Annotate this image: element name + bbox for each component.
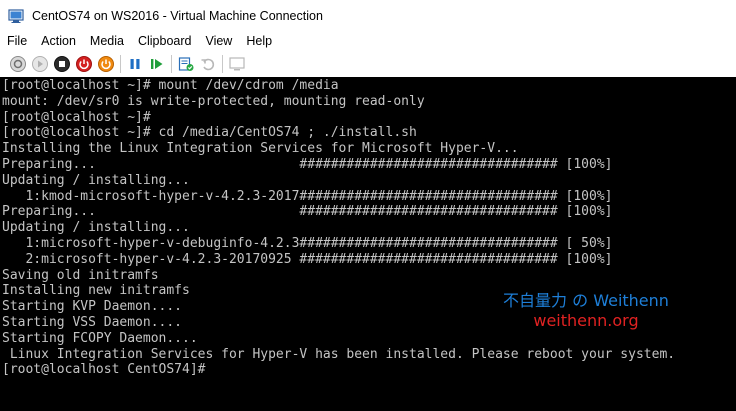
console-line: Updating / installing... [2, 172, 190, 188]
console-line: Preparing... ###########################… [2, 204, 613, 220]
console-line: 1:microsoft-hyper-v-debuginfo-4.2.3#####… [2, 235, 613, 251]
window-title: CentOS74 on WS2016 - Virtual Machine Con… [32, 8, 323, 23]
ctrl-alt-del-icon [10, 56, 26, 72]
reset-icon [151, 59, 163, 69]
console-line: [root@localhost ~]# mount /dev/cdrom /me… [2, 78, 339, 93]
ctrl-alt-del-button[interactable] [8, 54, 28, 74]
pause-icon [130, 59, 140, 69]
toolbar-separator [222, 55, 223, 73]
pause-button[interactable] [125, 54, 145, 74]
console-line: Starting FCOPY Daemon.... [2, 330, 198, 346]
enhanced-session-button[interactable] [227, 54, 247, 74]
watermark-author: 不自量力 の Weithenn [503, 291, 669, 310]
console-line: Installing the Linux Integration Service… [2, 141, 519, 157]
toolbar-separator [120, 55, 121, 73]
vm-console-screen[interactable]: [root@localhost ~]# mount /dev/cdrom /me… [0, 77, 736, 411]
menu-help[interactable]: Help [239, 31, 279, 51]
console-line: [root@localhost ~]# cd /media/CentOS74 ;… [2, 125, 417, 141]
console-line: mount: /dev/sr0 is write-protected, moun… [2, 93, 425, 109]
toolbar-separator [171, 55, 172, 73]
menu-bar: File Action Media Clipboard View Help [0, 31, 736, 51]
start-icon [32, 56, 48, 72]
shut-down-button[interactable] [74, 54, 94, 74]
save-state-button[interactable] [96, 54, 116, 74]
menu-file[interactable]: File [0, 31, 34, 51]
console-line: Linux Integration Services for Hyper-V h… [2, 346, 676, 362]
shut-down-icon [76, 56, 92, 72]
menu-clipboard[interactable]: Clipboard [131, 31, 199, 51]
console-line: [root@localhost ~]# [2, 109, 151, 125]
turn-off-icon [54, 56, 70, 72]
revert-icon [201, 58, 215, 71]
vm-connection-window: CentOS74 on WS2016 - Virtual Machine Con… [0, 0, 736, 411]
console-output: [root@localhost ~]# mount /dev/cdrom /me… [2, 78, 675, 378]
reset-button[interactable] [147, 54, 167, 74]
save-state-icon [98, 56, 114, 72]
start-button[interactable] [30, 54, 50, 74]
console-line: 1:kmod-microsoft-hyper-v-4.2.3-2017#####… [2, 188, 613, 204]
console-line: 2:microsoft-hyper-v-4.2.3-20170925 #####… [2, 251, 613, 267]
enhanced-session-icon [229, 57, 245, 71]
menu-view[interactable]: View [198, 31, 239, 51]
watermark-site: weithenn.org [533, 311, 639, 330]
toolbar [0, 51, 736, 77]
menu-action[interactable]: Action [34, 31, 83, 51]
watermark: 不自量力 の Weithenn weithenn.org [486, 291, 686, 331]
revert-button[interactable] [198, 54, 218, 74]
turn-off-button[interactable] [52, 54, 72, 74]
vm-connection-icon [8, 8, 24, 23]
menu-media[interactable]: Media [83, 31, 131, 51]
checkpoint-button[interactable] [176, 54, 196, 74]
title-bar[interactable]: CentOS74 on WS2016 - Virtual Machine Con… [0, 0, 736, 31]
checkpoint-icon [178, 57, 194, 71]
console-line: Preparing... ###########################… [2, 156, 613, 172]
console-line: Updating / installing... [2, 220, 190, 236]
console-line: [root@localhost CentOS74]# [2, 362, 206, 378]
console-line: Saving old initramfs [2, 267, 159, 283]
